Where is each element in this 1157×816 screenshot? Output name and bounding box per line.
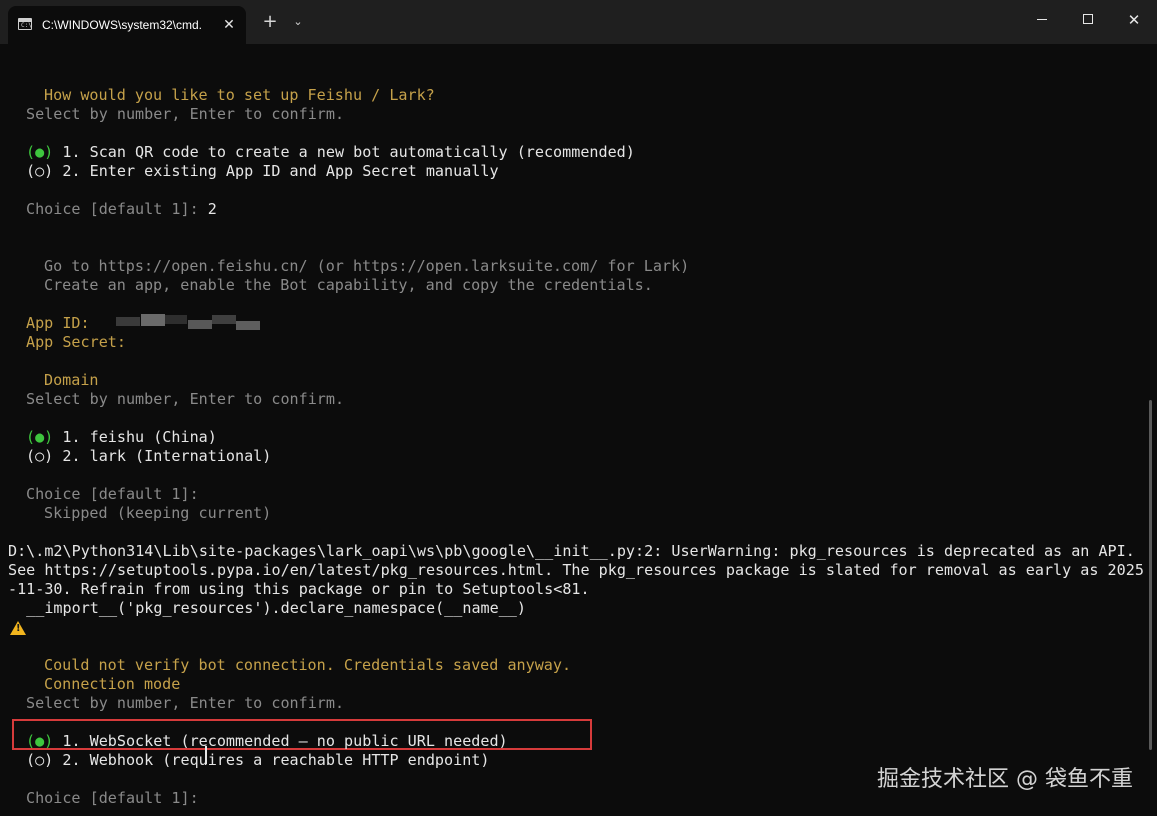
selected-radio-marker: (●) — [26, 732, 54, 750]
app-id-label: App ID: — [26, 314, 90, 332]
select-hint: Select by number, Enter to confirm. — [26, 694, 345, 712]
option-row: (●) 1. feishu (China) — [26, 428, 217, 447]
selected-radio-marker: (●) — [26, 143, 54, 161]
option-row: (○) 2. Enter existing App ID and App Sec… — [26, 162, 499, 181]
terminal-output[interactable]: How would you like to set up Feishu / La… — [0, 44, 1157, 816]
scrollbar[interactable] — [1149, 400, 1152, 750]
warning-icon: ! — [10, 621, 26, 635]
new-tab-button[interactable]: + — [256, 8, 284, 36]
choice-prompt: Choice [default 1]: — [26, 200, 199, 218]
skipped-line: Skipped (keeping current) — [44, 504, 272, 522]
deprecation-warning: See https://setuptools.pypa.io/en/latest… — [8, 561, 1144, 579]
minimize-button[interactable] — [1019, 0, 1065, 40]
radio-marker: (○) — [26, 751, 54, 769]
choice-value: 2 — [198, 200, 217, 218]
redacted-app-id — [165, 315, 187, 324]
tab-close-icon[interactable]: ✕ — [218, 14, 240, 36]
terminal-tab[interactable]: C:\ C:\WINDOWS\system32\cmd. ✕ — [8, 6, 246, 44]
radio-marker: (○) — [26, 162, 54, 180]
tab-title: C:\WINDOWS\system32\cmd. — [42, 18, 203, 32]
setup-question: How would you like to set up Feishu / La… — [44, 86, 435, 104]
choice-prompt: Choice [default 1]: — [26, 789, 199, 807]
redacted-app-id — [188, 320, 212, 329]
select-hint: Select by number, Enter to confirm. — [26, 390, 345, 408]
option-text: 1. feishu (China) — [53, 428, 217, 446]
cmd-icon: C:\ — [18, 18, 32, 30]
redacted-app-id — [141, 314, 165, 326]
maximize-button[interactable] — [1065, 0, 1111, 40]
option-row: (●) 1. WebSocket (recommended — no publi… — [26, 732, 508, 751]
option-text: 1. Scan QR code to create a new bot auto… — [53, 143, 635, 161]
option-row: (○) 2. Webhook (requires a reachable HTT… — [26, 751, 489, 770]
instruction-line: Create an app, enable the Bot capability… — [44, 276, 653, 294]
deprecation-warning: -11-30. Refrain from using this package … — [8, 580, 590, 598]
option-text: 2. Enter existing App ID and App Secret … — [53, 162, 499, 180]
title-bar: C:\ C:\WINDOWS\system32\cmd. ✕ + ⌄ ✕ — [0, 0, 1157, 44]
verify-warning-row: ! Could not verify bot connection. Crede… — [0, 618, 600, 674]
verify-warning: Could not verify bot connection. Credent… — [44, 656, 572, 674]
app-secret-label: App Secret: — [26, 333, 126, 351]
select-hint: Select by number, Enter to confirm. — [26, 105, 345, 123]
option-text: 2. lark (International) — [53, 447, 272, 465]
chevron-down-icon[interactable]: ⌄ — [286, 8, 310, 36]
redacted-app-id — [116, 317, 140, 326]
choice-prompt: Choice [default 1]: — [26, 485, 199, 503]
close-button[interactable]: ✕ — [1111, 0, 1157, 40]
option-row: (○) 2. lark (International) — [26, 447, 271, 466]
text-cursor — [205, 746, 207, 764]
watermark: 掘金技术社区 @ 袋鱼不重 — [877, 767, 1133, 792]
choice-row: Choice [default 1]: 2 — [26, 200, 217, 219]
option-row: (●) 1. Scan QR code to create a new bot … — [26, 143, 635, 162]
selected-radio-marker: (●) — [26, 428, 54, 446]
redacted-app-id — [212, 315, 236, 324]
option-text: 2. Webhook (requires a reachable HTTP en… — [53, 751, 490, 769]
deprecation-warning: D:\.m2\Python314\Lib\site-packages\lark_… — [8, 542, 1135, 560]
domain-title: Domain — [44, 371, 99, 389]
deprecation-warning: __import__('pkg_resources').declare_name… — [8, 599, 526, 617]
redacted-app-id — [236, 321, 260, 330]
radio-marker: (○) — [26, 447, 54, 465]
option-text: 1. WebSocket (recommended — no public UR… — [53, 732, 508, 750]
instruction-line: Go to https://open.feishu.cn/ (or https:… — [44, 257, 690, 275]
connection-mode-title: Connection mode — [44, 675, 181, 693]
